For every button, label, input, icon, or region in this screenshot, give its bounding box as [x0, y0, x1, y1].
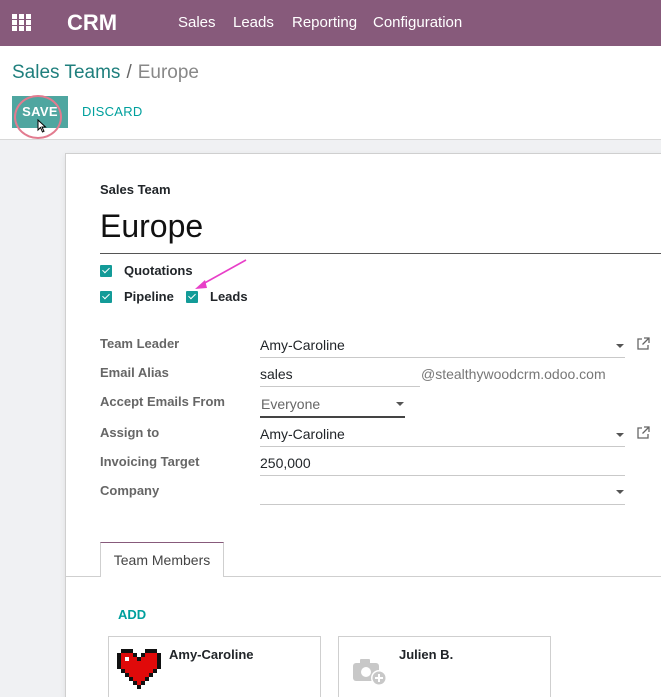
accept-emails-label: Accept Emails From — [100, 394, 225, 409]
assign-to-underline — [260, 446, 625, 447]
team-leader-dropdown-icon[interactable] — [616, 344, 624, 348]
team-leader-label: Team Leader — [100, 336, 180, 351]
member-card[interactable]: Amy-Caroline — [108, 636, 321, 697]
menu-leads[interactable]: Leads — [233, 14, 274, 31]
email-alias-domain: @stealthywoodcrm.odoo.com — [421, 366, 606, 382]
camera-placeholder-icon — [353, 659, 387, 686]
breadcrumb-current: Europe — [137, 62, 199, 83]
member-card[interactable]: Julien B. — [338, 636, 551, 697]
form-sheet: Sales Team Europe Quotations Pipeline Le… — [65, 153, 661, 697]
heart-avatar-icon — [117, 649, 161, 689]
company-underline — [260, 504, 625, 505]
assign-to-label: Assign to — [100, 425, 160, 440]
breadcrumb: Sales Teams / Europe — [12, 62, 199, 84]
invoicing-target-label: Invoicing Target — [100, 454, 200, 469]
member-name: Julien B. — [399, 647, 454, 662]
team-leader-underline — [260, 357, 625, 358]
invoicing-target-underline — [260, 475, 625, 476]
leads-checkbox[interactable] — [186, 291, 198, 303]
discard-button[interactable]: DISCARD — [82, 104, 143, 119]
quotations-checkbox[interactable] — [100, 265, 112, 277]
company-dropdown-icon[interactable] — [616, 490, 624, 494]
pipeline-checkbox[interactable] — [100, 291, 112, 303]
mouse-cursor-icon — [37, 119, 47, 133]
accept-emails-underline — [260, 416, 405, 418]
external-link-icon[interactable] — [636, 337, 650, 351]
add-member-button[interactable]: ADD — [118, 607, 146, 622]
quotations-label: Quotations — [124, 263, 193, 278]
menu-sales[interactable]: Sales — [178, 14, 216, 31]
invoicing-target-input[interactable]: 250,000 — [260, 455, 311, 471]
external-link-icon[interactable] — [636, 426, 650, 440]
sales-team-caption: Sales Team — [100, 182, 171, 197]
menu-reporting[interactable]: Reporting — [292, 14, 357, 31]
team-name-input[interactable]: Europe — [100, 206, 661, 254]
member-name: Amy-Caroline — [169, 647, 254, 662]
accept-emails-dropdown-icon[interactable] — [396, 402, 404, 406]
pipeline-label: Pipeline — [124, 289, 174, 304]
breadcrumb-separator: / — [126, 62, 132, 83]
team-leader-value[interactable]: Amy-Caroline — [260, 337, 345, 353]
app-brand[interactable]: CRM — [67, 10, 117, 36]
menu-configuration[interactable]: Configuration — [373, 14, 462, 31]
control-panel: Sales Teams / Europe SAVE DISCARD — [0, 46, 661, 140]
email-alias-underline — [260, 386, 420, 387]
breadcrumb-sales-teams[interactable]: Sales Teams — [12, 62, 120, 83]
tab-team-members[interactable]: Team Members — [100, 542, 224, 577]
accept-emails-select[interactable]: Everyone — [261, 396, 320, 412]
company-label: Company — [100, 483, 160, 498]
apps-grid-icon[interactable] — [12, 14, 32, 32]
top-navbar: CRM Sales Leads Reporting Configuration — [0, 0, 661, 46]
assign-to-dropdown-icon[interactable] — [616, 433, 624, 437]
assign-to-value[interactable]: Amy-Caroline — [260, 426, 345, 442]
leads-label: Leads — [210, 289, 248, 304]
email-alias-label: Email Alias — [100, 365, 169, 380]
email-alias-input[interactable]: sales — [260, 366, 293, 382]
